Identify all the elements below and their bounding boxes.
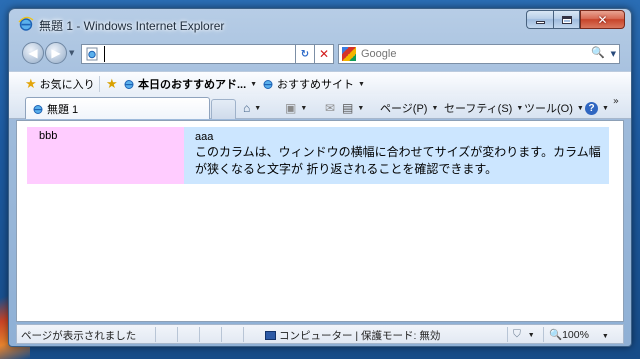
left-column: bbb xyxy=(27,127,184,184)
back-arrow-icon: ◀ xyxy=(28,46,38,60)
mail-icon: ✉ xyxy=(325,101,336,115)
help-icon: ? xyxy=(585,101,598,115)
status-separator xyxy=(543,327,544,342)
address-input[interactable] xyxy=(104,46,294,62)
safety-menu-label: セーフティ(S) xyxy=(444,103,513,115)
help-button[interactable]: ? ▼ xyxy=(585,100,609,116)
chevron-down-icon: ▼ xyxy=(576,104,584,112)
tab-command-bar: 無題 1 ⌂ ▼ ▣ ▼ ✉ ▤ ▼ ページ(P) ▼ セーフティ(S) ▼ ツ… xyxy=(9,94,631,119)
favorites-bar: ★ お気に入り ★ 本日のおすすめアド... ▼ おすすめサイト ▼ xyxy=(9,71,631,94)
new-tab-button[interactable] xyxy=(211,99,236,119)
tools-menu[interactable]: ツール(O) ▼ xyxy=(524,100,584,116)
right-column: aaa このカラムは、ウィンドウの横幅に合わせてサイズが変わります。カラム幅が狭… xyxy=(184,127,609,184)
favorites-bar-item-suggested-sites[interactable]: おすすめサイト ▼ xyxy=(262,76,365,92)
tab-page-icon xyxy=(33,104,43,114)
refresh-icon: ↻ xyxy=(300,48,310,60)
back-button[interactable]: ◀ xyxy=(22,42,44,64)
add-favorite-star-icon: ★ xyxy=(106,76,118,91)
minimize-icon xyxy=(535,21,545,24)
stop-button[interactable]: ✕ xyxy=(314,44,334,64)
protected-mode-button[interactable]: ⛉ ▼ xyxy=(513,328,535,341)
chevron-down-icon: ▼ xyxy=(527,332,535,339)
security-zone-label: コンピューター | 保護モード: 無効 xyxy=(279,330,441,342)
status-separator xyxy=(221,327,222,342)
zoom-icon: 🔍 xyxy=(549,329,563,341)
search-input[interactable] xyxy=(361,46,591,62)
status-separator xyxy=(177,327,178,342)
page-icon xyxy=(86,47,98,61)
tools-menu-label: ツール(O) xyxy=(524,103,573,115)
maximize-button[interactable] xyxy=(553,10,580,29)
chevron-down-icon: ▼ xyxy=(300,104,308,112)
address-bar[interactable] xyxy=(81,44,296,64)
refresh-button[interactable]: ↻ xyxy=(295,44,315,64)
home-button[interactable]: ⌂ ▼ xyxy=(243,100,261,116)
page-menu-label: ページ(P) xyxy=(380,103,428,115)
zoom-control[interactable]: 🔍100% ▼ xyxy=(549,328,609,341)
chevron-down-icon: ▼ xyxy=(602,104,609,112)
home-icon: ⌂ xyxy=(243,101,251,115)
status-separator xyxy=(507,327,508,342)
search-options-dropdown[interactable]: ▼ xyxy=(611,50,616,58)
status-separator xyxy=(155,327,156,342)
printer-icon: ▤ xyxy=(342,101,354,115)
chevron-down-icon: ▼ xyxy=(516,104,524,112)
security-zone[interactable]: コンピューター | 保護モード: 無効 xyxy=(265,328,440,343)
right-column-body: このカラムは、ウィンドウの横幅に合わせてサイズが変わります。カラム幅が狭くなると… xyxy=(195,145,601,176)
browser-tab[interactable]: 無題 1 xyxy=(25,97,210,119)
ie-page-icon xyxy=(124,80,134,89)
status-bar: ページが表示されました コンピューター | 保護モード: 無効 ⛉ ▼ 🔍100… xyxy=(16,324,624,344)
forward-arrow-icon: ▶ xyxy=(51,46,61,60)
google-logo-icon xyxy=(342,47,356,61)
status-separator xyxy=(199,327,200,342)
chevron-down-icon: ▼ xyxy=(358,80,365,88)
minimize-button[interactable] xyxy=(526,10,553,29)
page-menu[interactable]: ページ(P) ▼ xyxy=(380,100,438,116)
two-column-layout: bbb aaa このカラムは、ウィンドウの横幅に合わせてサイズが変わります。カラ… xyxy=(27,127,609,184)
page-viewport: bbb aaa このカラムは、ウィンドウの横幅に合わせてサイズが変わります。カラ… xyxy=(16,120,624,322)
search-icon[interactable]: 🔍 xyxy=(591,46,605,59)
recent-pages-dropdown[interactable]: ▼ xyxy=(69,49,74,57)
ie-page-icon xyxy=(263,80,273,89)
read-mail-button[interactable]: ✉ xyxy=(325,100,335,116)
status-separator xyxy=(243,327,244,342)
stop-icon: ✕ xyxy=(318,47,330,61)
add-to-favorites-bar-button[interactable]: ★ xyxy=(106,76,121,92)
navigation-bar: ◀ ▶ ▼ ↻ ✕ 🔍 ▼ xyxy=(9,40,631,68)
chevron-down-icon: ▼ xyxy=(254,104,262,112)
favorites-star-icon: ★ xyxy=(25,76,37,91)
window-title: 無題 1 - Windows Internet Explorer xyxy=(39,19,225,33)
feeds-button[interactable]: ▣ ▼ xyxy=(285,100,307,116)
left-column-text: bbb xyxy=(39,130,58,142)
ie-logo-icon xyxy=(18,16,34,31)
favorites-separator xyxy=(99,76,100,92)
caption-buttons: ✕ xyxy=(526,10,625,29)
shield-icon: ⛉ xyxy=(513,328,521,340)
chevron-down-icon: ▼ xyxy=(357,104,365,112)
close-icon: ✕ xyxy=(597,12,608,27)
favorites-bar-item-label: 本日のおすすめアド... xyxy=(138,79,247,91)
favorites-label: お気に入り xyxy=(39,79,95,91)
safety-menu[interactable]: セーフティ(S) ▼ xyxy=(444,100,523,116)
chevron-down-icon: ▼ xyxy=(431,104,439,112)
zoom-level: 100% xyxy=(562,329,589,341)
print-button[interactable]: ▤ ▼ xyxy=(342,100,364,116)
status-text: ページが表示されました xyxy=(21,330,137,342)
right-column-heading: aaa xyxy=(195,131,214,143)
ie-window: 無題 1 - Windows Internet Explorer ✕ ◀ ▶ ▼ xyxy=(8,8,632,347)
rss-feed-icon: ▣ xyxy=(285,101,297,115)
maximize-icon xyxy=(561,15,572,24)
chevron-down-icon: ▼ xyxy=(601,333,609,340)
search-box[interactable]: 🔍 ▼ xyxy=(338,44,620,64)
computer-icon xyxy=(265,331,276,340)
toolbar-overflow-chevron[interactable]: » xyxy=(613,96,619,107)
forward-button[interactable]: ▶ xyxy=(45,42,67,64)
chevron-down-icon: ▼ xyxy=(250,80,258,88)
favorites-bar-item-label: おすすめサイト xyxy=(277,79,354,91)
favorites-bar-item-suggested-addons[interactable]: 本日のおすすめアド... ▼ xyxy=(123,76,257,92)
title-bar[interactable]: 無題 1 - Windows Internet Explorer ✕ xyxy=(9,9,631,37)
favorites-button[interactable]: ★ お気に入り xyxy=(25,76,95,92)
close-button[interactable]: ✕ xyxy=(580,10,625,29)
tab-label: 無題 1 xyxy=(47,103,79,116)
